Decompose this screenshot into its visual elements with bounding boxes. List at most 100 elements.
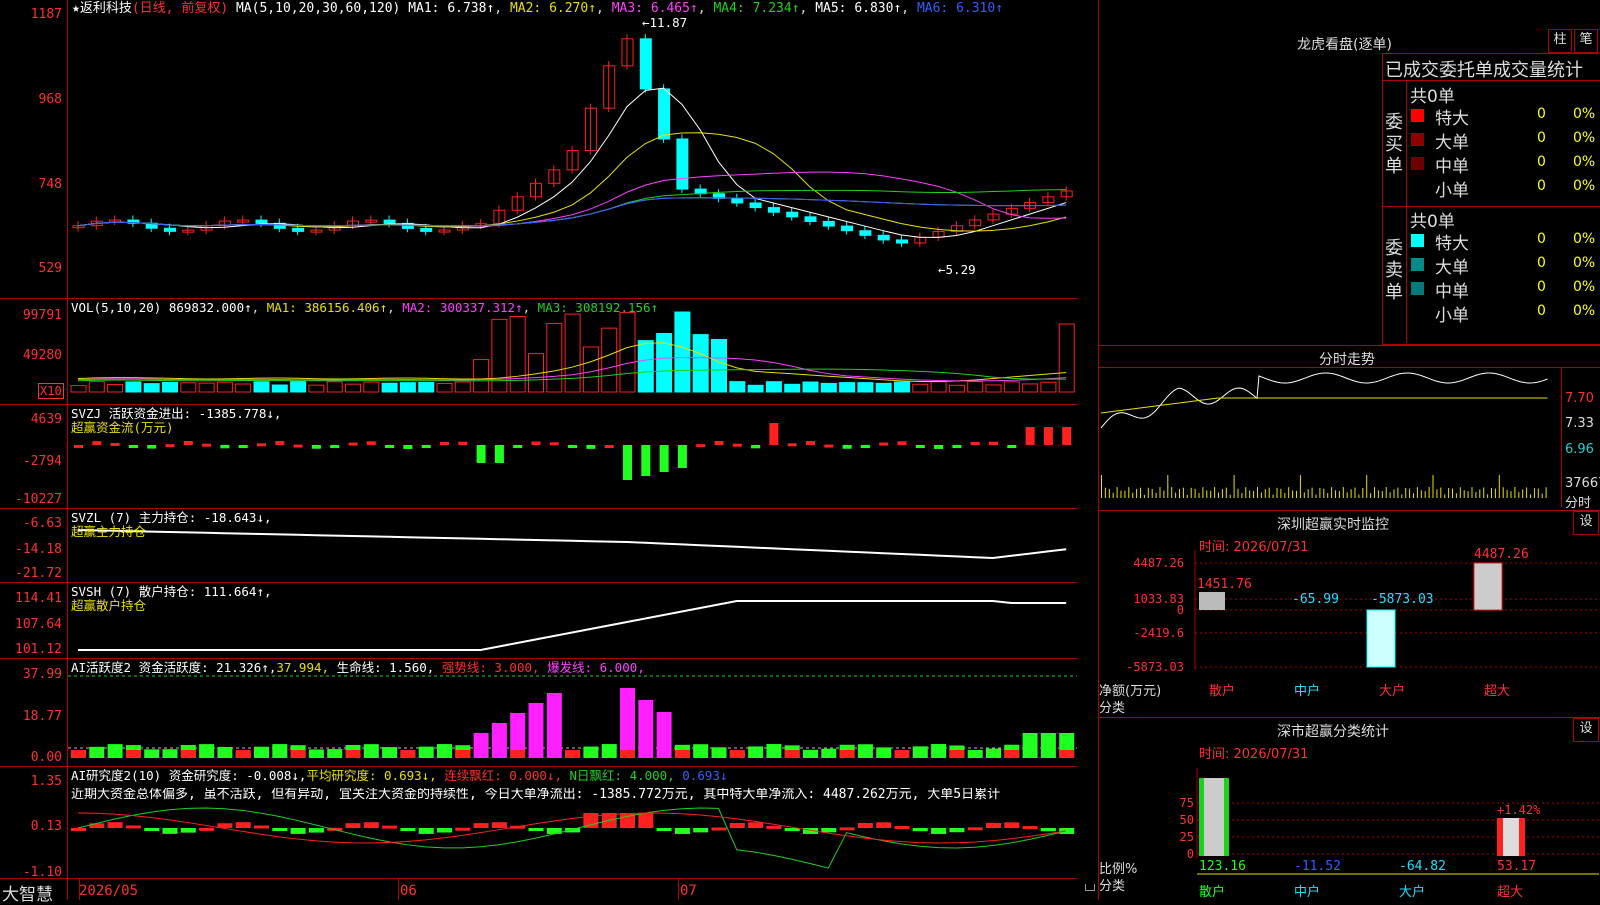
- sell-label: 委卖单: [1385, 238, 1403, 303]
- volume-bar: [143, 383, 160, 393]
- research-avg-line: [77, 807, 1067, 869]
- research-bar: [345, 823, 361, 828]
- kline-mode[interactable]: (日线, 前复权): [132, 1, 228, 16]
- fenshi-volume-bar: [1233, 475, 1235, 498]
- fund-flow-bar-in: [714, 441, 724, 445]
- active-bar: [437, 744, 452, 758]
- svzj-title: SVZJ 活跃资金进出: -1385.778↓,: [71, 406, 282, 421]
- low-price-annotation: ←5.29: [938, 262, 976, 277]
- research-bar: [986, 822, 1001, 828]
- brand-label[interactable]: 大智慧: [2, 880, 53, 905]
- fund-flow-bar-out: [641, 445, 651, 476]
- fund-flow-bar-out: [147, 445, 157, 449]
- fenshi-volume-bar: [1506, 490, 1508, 498]
- research-bar: [71, 828, 86, 831]
- fenshi-volume-bar: [1120, 490, 1122, 498]
- stock-name[interactable]: 返利科技: [80, 1, 132, 16]
- active-red-segment: [674, 750, 690, 758]
- fund-flow-bar-out: [494, 445, 504, 463]
- buy-row-swatch: [1411, 109, 1424, 122]
- fenshi-volume-bar: [1393, 489, 1395, 498]
- class-category-label: 中户: [1294, 884, 1320, 900]
- high-price-annotation: ←11.87: [642, 15, 688, 30]
- research-bar: [363, 822, 379, 828]
- fund-flow-bar-in: [787, 443, 797, 447]
- price-axis-label: 1187: [30, 7, 62, 22]
- active-bar: [308, 749, 324, 758]
- tick-view-button[interactable]: 笔: [1574, 29, 1598, 53]
- class-axis-label: 0: [1187, 847, 1194, 861]
- kline-header: ★返利科技(日线, 前复权) MA(5,10,20,30,60,120) MA1…: [72, 1, 1004, 16]
- volume-bar: [784, 383, 801, 393]
- research-bar: [1040, 828, 1056, 832]
- date-label: 06: [400, 883, 417, 899]
- lock-icon[interactable]: [1085, 884, 1095, 891]
- volume-bar: [308, 384, 325, 393]
- active-bar: [857, 744, 873, 758]
- star-icon[interactable]: ★: [72, 1, 80, 16]
- fenshi-volume-bar: [1132, 492, 1134, 498]
- volume-bar: [436, 382, 453, 393]
- volume-bar: [619, 312, 636, 393]
- volume-bar: [216, 381, 233, 393]
- bar-view-button[interactable]: 柱: [1548, 29, 1572, 53]
- research-bar: [162, 828, 178, 834]
- buy-row-name: 中单: [1435, 157, 1469, 177]
- kline-svg[interactable]: [0, 0, 1077, 900]
- fenshi-volume-bar: [1331, 487, 1333, 498]
- fund-flow-bar-out: [330, 445, 340, 448]
- research-bar: [967, 827, 983, 831]
- fenshi-volume-bar: [1475, 492, 1477, 498]
- fenshi-volume-bar: [1116, 487, 1118, 498]
- research-bar: [418, 828, 434, 834]
- volume-bar: [674, 311, 691, 393]
- class-chart[interactable]: 75 50 25 0 +1.42% 123.16 散户 -11.52 中户 -64.82 大户 53.…: [1099, 718, 1600, 900]
- class-axis-label: 75: [1180, 796, 1194, 810]
- research-bar: [180, 828, 196, 833]
- fenshi-unit-label: 分时: [1565, 496, 1592, 511]
- svsh-axis-label: 114.41: [15, 591, 62, 606]
- fenshi-volume-bar: [1140, 487, 1141, 498]
- fenshi-chart[interactable]: [1099, 368, 1561, 508]
- fund-flow-bar-out: [842, 445, 852, 449]
- svzj-axis-label: 4639: [30, 412, 62, 427]
- fenshi-volume-bar: [1362, 487, 1364, 498]
- active-red-segment: [290, 750, 306, 758]
- volume-bar: [820, 382, 837, 393]
- fenshi-volume-bar: [1186, 494, 1188, 498]
- monitor-category-label: 超大: [1484, 684, 1510, 699]
- volume-bar: [912, 383, 929, 393]
- fenshi-volume-bar: [1249, 490, 1251, 498]
- volume-bar: [326, 381, 343, 393]
- candle-body: [786, 211, 799, 218]
- fenshi-volume-bar: [1366, 475, 1368, 498]
- fenshi-volume-bar: [1424, 491, 1426, 498]
- fenshi-volume-bar: [1202, 487, 1204, 498]
- active-bar: [144, 749, 160, 758]
- research-bar: [766, 825, 782, 829]
- fund-flow-bar-in: [92, 441, 102, 445]
- monitor-settings-button[interactable]: 设: [1573, 511, 1599, 535]
- fenshi-volume-bar: [1292, 490, 1294, 498]
- fenshi-volume-bar: [1432, 475, 1434, 498]
- fenshi-volume-bar: [1284, 493, 1286, 498]
- monitor-chart[interactable]: 4487.261033.830-2419.6-5873.031451.76-65…: [1099, 540, 1600, 740]
- research-bar: [455, 827, 471, 831]
- volume-bar: [930, 381, 947, 393]
- kline-chart-area[interactable]: [0, 0, 1077, 900]
- fenshi-volume-bar: [1237, 488, 1239, 498]
- volume-bar: [418, 382, 435, 393]
- candle-body: [896, 239, 908, 244]
- fenshi-volume-bar: [1167, 475, 1169, 498]
- fenshi-volume-bar: [1299, 475, 1301, 498]
- fenshi-volume-bar: [1221, 489, 1223, 498]
- volume-bar: [839, 382, 856, 393]
- active-bar: [418, 746, 434, 758]
- svzl-axis-label: -14.18: [15, 542, 62, 557]
- fenshi-volume-bar: [1327, 493, 1329, 498]
- research-bar: [235, 822, 251, 828]
- fenshi-volume-bar: [1448, 487, 1450, 498]
- monitor-category-label: 大户: [1379, 683, 1405, 699]
- fenshi-volume-bar: [1350, 489, 1352, 498]
- research-bar: [821, 828, 837, 833]
